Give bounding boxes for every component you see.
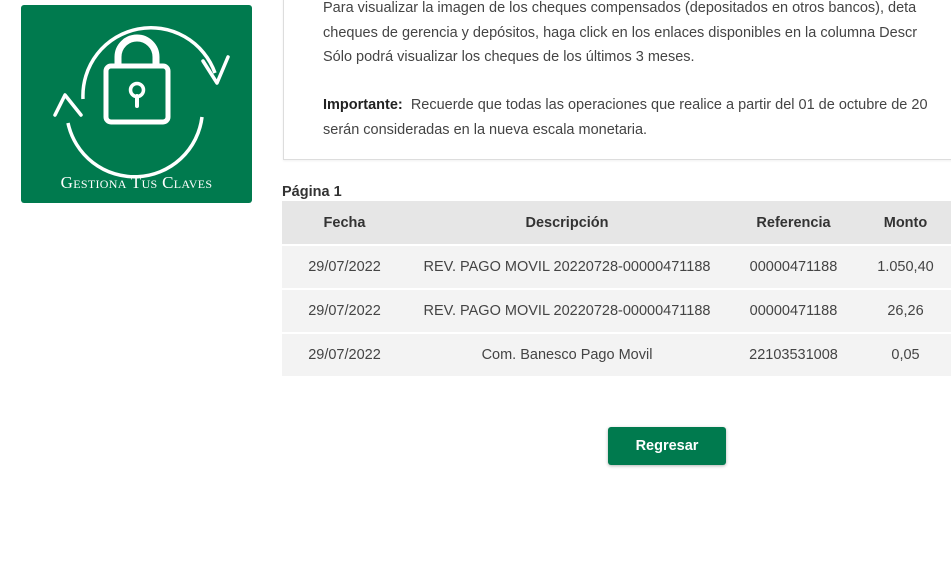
cell-monto: 1.050,40: [860, 246, 951, 290]
important-paragraph: Importante: Recuerde que todas las opera…: [323, 93, 951, 142]
table-row: 29/07/2022 REV. PAGO MOVIL 20220728-0000…: [282, 290, 951, 334]
info-line: cheques de gerencia y depósitos, haga cl…: [323, 24, 918, 41]
cell-referencia: 00000471188: [727, 246, 860, 290]
cell-fecha: 29/07/2022: [282, 290, 407, 334]
gestiona-claves-banner[interactable]: Gestiona Tus Claves: [21, 5, 252, 203]
cell-descripcion: REV. PAGO MOVIL 20220728-00000471188: [407, 290, 727, 334]
info-paragraph: Para visualizar la imagen de los cheques…: [323, 0, 951, 70]
regresar-button[interactable]: Regresar: [608, 427, 726, 465]
important-line: serán consideradas en la nueva escala mo…: [323, 121, 648, 138]
column-header-fecha: Fecha: [282, 201, 407, 246]
table-row: 29/07/2022 Com. Banesco Pago Movil 22103…: [282, 334, 951, 378]
cell-monto: 0,05: [860, 334, 951, 378]
cell-descripcion: REV. PAGO MOVIL 20220728-00000471188: [407, 246, 727, 290]
cell-descripcion: Com. Banesco Pago Movil: [407, 334, 727, 378]
cell-fecha: 29/07/2022: [282, 334, 407, 378]
cell-monto: 26,26: [860, 290, 951, 334]
important-label: Importante:: [323, 97, 403, 113]
cell-fecha: 29/07/2022: [282, 246, 407, 290]
column-header-descripcion: Descripción: [407, 201, 727, 246]
info-notice: Para visualizar la imagen de los cheques…: [283, 0, 951, 160]
important-line: Recuerde que todas las operaciones que r…: [410, 97, 928, 113]
cell-referencia: 22103531008: [727, 334, 860, 378]
column-header-monto: Monto: [860, 201, 951, 246]
cell-referencia: 00000471188: [727, 290, 860, 334]
info-line: Para visualizar la imagen de los cheques…: [323, 0, 917, 16]
column-header-referencia: Referencia: [727, 201, 860, 246]
page-indicator: Página 1: [282, 184, 342, 200]
promo-label: Gestiona Tus Claves: [60, 173, 213, 192]
table-row: 29/07/2022 REV. PAGO MOVIL 20220728-0000…: [282, 246, 951, 290]
info-line: Sólo podrá visualizar los cheques de los…: [323, 49, 695, 65]
transactions-table: Fecha Descripción Referencia Monto 29/07…: [282, 201, 951, 378]
table-header-row: Fecha Descripción Referencia Monto: [282, 201, 951, 246]
